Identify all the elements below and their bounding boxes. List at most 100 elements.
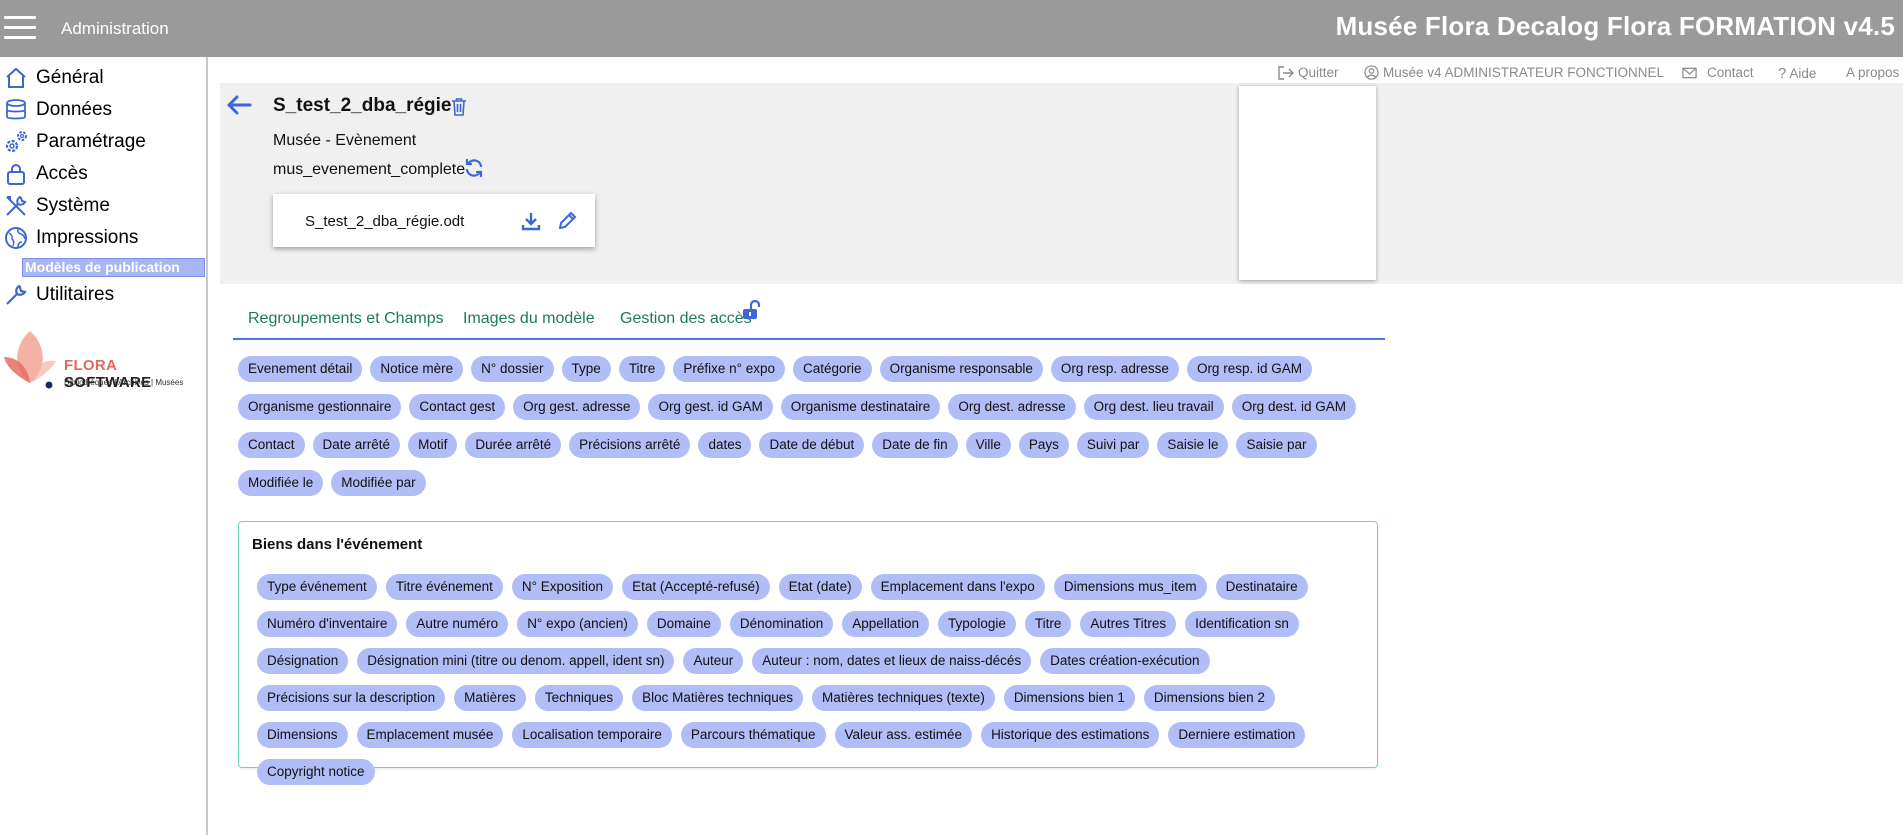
field-chip[interactable]: Auteur : nom, dates et lieux de naiss-dé… xyxy=(752,648,1032,674)
about-link[interactable]: A propos xyxy=(1846,65,1899,80)
field-chip[interactable]: Modifiée par xyxy=(331,470,426,496)
field-chip[interactable]: Type événement xyxy=(257,574,377,600)
field-chip[interactable]: N° expo (ancien) xyxy=(517,611,638,637)
field-chip[interactable]: Type xyxy=(561,356,611,382)
field-chip[interactable]: Org resp. adresse xyxy=(1050,356,1179,382)
field-chip[interactable]: Evenement détail xyxy=(238,356,363,382)
field-chip[interactable]: Copyright notice xyxy=(257,759,375,785)
field-chip[interactable]: Autre numéro xyxy=(406,611,509,637)
field-chip[interactable]: Désignation xyxy=(257,648,349,674)
sidebar-item-systeme[interactable]: Système xyxy=(0,191,110,221)
field-chip[interactable]: Bloc Matières techniques xyxy=(632,685,803,711)
field-chip[interactable]: Appellation xyxy=(842,611,930,637)
field-chip[interactable]: N° Exposition xyxy=(511,574,614,600)
field-chip[interactable]: Désignation mini (titre ou denom. appell… xyxy=(357,648,675,674)
field-chip[interactable]: Dimensions bien 1 xyxy=(1003,685,1135,711)
sidebar-item-impressions[interactable]: Impressions xyxy=(0,223,138,253)
download-icon[interactable] xyxy=(521,211,541,236)
gears-icon xyxy=(2,128,30,156)
field-chip[interactable]: Organisme responsable xyxy=(879,356,1043,382)
sidebar-item-acces[interactable]: Accès xyxy=(0,159,88,189)
field-chip[interactable]: Contact gest xyxy=(409,394,506,420)
sidebar-item-donnees[interactable]: Données xyxy=(0,95,112,125)
field-chip[interactable]: Date arrêté xyxy=(312,432,401,458)
field-chip[interactable]: Suivi par xyxy=(1076,432,1150,458)
field-chip[interactable]: Dimensions bien 2 xyxy=(1143,685,1275,711)
section-label: Administration xyxy=(61,19,169,38)
sidebar-item-utilitaires[interactable]: Utilitaires xyxy=(0,280,114,310)
field-chip[interactable]: Domaine xyxy=(646,611,721,637)
tab-images-modele[interactable]: Images du modèle xyxy=(463,310,595,328)
field-chip[interactable]: Org gest. adresse xyxy=(513,394,641,420)
field-chip[interactable]: Date de fin xyxy=(872,432,958,458)
field-chip[interactable]: Titre xyxy=(1024,611,1072,637)
field-chip[interactable]: Contact xyxy=(238,432,305,458)
field-chip[interactable]: Org dest. id GAM xyxy=(1231,394,1356,420)
sidebar-sub-item-modeles[interactable]: Modèles de publication xyxy=(22,258,205,277)
header-links: Quitter Musée v4 ADMINISTRATEUR FONCTION… xyxy=(1270,65,1900,85)
sidebar-item-general[interactable]: Général xyxy=(0,63,104,93)
model-title: S_test_2_dba_régie xyxy=(273,95,452,116)
field-chip[interactable]: Numéro d'inventaire xyxy=(257,611,398,637)
field-chip[interactable]: Emplacement musée xyxy=(356,722,504,748)
field-chip[interactable]: Localisation temporaire xyxy=(512,722,672,748)
field-chip[interactable]: Organisme gestionnaire xyxy=(238,394,402,420)
field-chip[interactable]: Préfixe n° expo xyxy=(673,356,786,382)
back-arrow-icon[interactable] xyxy=(226,94,252,121)
field-chip[interactable]: Destinataire xyxy=(1215,574,1308,600)
field-chip[interactable]: Ville xyxy=(965,432,1011,458)
user-label: Musée v4 ADMINISTRATEUR FONCTIONNEL xyxy=(1383,65,1665,80)
field-chip[interactable]: Dénomination xyxy=(729,611,834,637)
field-chip[interactable]: Dimensions xyxy=(257,722,348,748)
field-chip[interactable]: Précisions arrêté xyxy=(569,432,691,458)
field-chip[interactable]: Dimensions mus_item xyxy=(1053,574,1207,600)
field-chip[interactable]: Valeur ass. estimée xyxy=(834,722,973,748)
field-chip[interactable]: Précisions sur la description xyxy=(257,685,446,711)
field-chip[interactable]: Catégorie xyxy=(793,356,872,382)
database-icon xyxy=(2,96,30,124)
field-chip[interactable]: Notice mère xyxy=(370,356,464,382)
quit-link[interactable]: Quitter xyxy=(1278,65,1339,80)
field-chip[interactable]: Org resp. id GAM xyxy=(1186,356,1312,382)
field-chip[interactable]: Techniques xyxy=(534,685,624,711)
field-chip[interactable]: Matières techniques (texte) xyxy=(811,685,995,711)
field-chip[interactable]: Dates création-exécution xyxy=(1040,648,1210,674)
field-chip[interactable]: Org dest. lieu travail xyxy=(1083,394,1224,420)
refresh-icon[interactable] xyxy=(464,158,484,183)
field-chip[interactable]: Pays xyxy=(1018,432,1069,458)
field-chip[interactable]: Historique des estimations xyxy=(981,722,1160,748)
field-chip[interactable]: Saisie par xyxy=(1236,432,1317,458)
field-chip[interactable]: Org gest. id GAM xyxy=(648,394,773,420)
field-chip[interactable]: dates xyxy=(698,432,752,458)
globe-icon xyxy=(2,224,30,252)
field-chip[interactable]: Org dest. adresse xyxy=(948,394,1076,420)
field-chip[interactable]: Auteur xyxy=(683,648,744,674)
field-chip[interactable]: Titre xyxy=(618,356,666,382)
field-chip[interactable]: Titre événement xyxy=(385,574,503,600)
user-link[interactable]: Musée v4 ADMINISTRATEUR FONCTIONNEL xyxy=(1364,65,1664,80)
tab-gestion-acces[interactable]: Gestion des accès xyxy=(620,310,752,328)
sidebar-item-parametrage[interactable]: Paramétrage xyxy=(0,127,146,157)
help-link[interactable]: ? Aide xyxy=(1778,65,1816,82)
field-chip[interactable]: Saisie le xyxy=(1157,432,1229,458)
field-chip[interactable]: N° dossier xyxy=(471,356,554,382)
field-chip[interactable]: Matières xyxy=(454,685,526,711)
tab-regroupements-champs[interactable]: Regroupements et Champs xyxy=(248,310,444,328)
field-chip[interactable]: Durée arrêté xyxy=(465,432,562,458)
field-chip[interactable]: Organisme destinataire xyxy=(780,394,941,420)
contact-link[interactable]: Contact xyxy=(1682,65,1754,80)
pencil-icon[interactable] xyxy=(557,211,577,236)
field-chip[interactable]: Identification sn xyxy=(1185,611,1299,637)
field-chip[interactable]: Autres Titres xyxy=(1080,611,1177,637)
menu-icon[interactable] xyxy=(4,16,36,40)
trash-icon[interactable] xyxy=(451,97,467,121)
field-chip[interactable]: Modifiée le xyxy=(238,470,324,496)
field-chip[interactable]: Etat (date) xyxy=(778,574,862,600)
field-chip[interactable]: Date de début xyxy=(759,432,865,458)
field-chip[interactable]: Etat (Accepté-refusé) xyxy=(622,574,770,600)
field-chip[interactable]: Motif xyxy=(408,432,458,458)
field-chip[interactable]: Emplacement dans l'expo xyxy=(870,574,1045,600)
field-chip[interactable]: Derniere estimation xyxy=(1168,722,1306,748)
field-chip[interactable]: Typologie xyxy=(938,611,1016,637)
field-chip[interactable]: Parcours thématique xyxy=(680,722,826,748)
